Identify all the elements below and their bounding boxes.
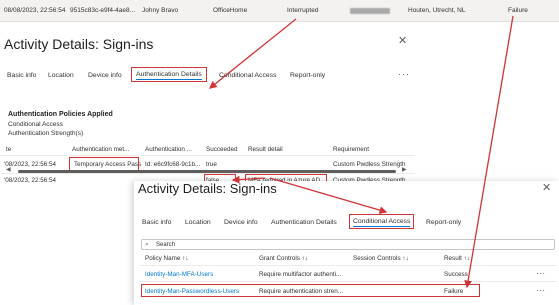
divider [139,265,557,266]
column-header[interactable]: Succeeded [206,146,238,153]
panel-title: Activity Details: Sign-ins [138,181,277,196]
more-options-icon[interactable]: ··· [398,69,410,79]
tab-report-only[interactable]: Report-only [426,219,461,226]
column-header-result[interactable]: Result ↑↓ [444,255,470,262]
auth-row-requirement: Custom Pwdless Strength [333,161,406,168]
column-header[interactable]: Requirement [333,146,369,153]
tab-authentication-details[interactable]: Authentication Details [131,67,207,82]
search-placeholder: Search [156,242,176,248]
section-title: Authentication Policies Applied [8,111,113,118]
auth-row-succeeded: true [206,161,217,168]
log-status: Interrupted [287,7,319,14]
result-cell: Success [444,271,468,278]
tab-basic-info[interactable]: Basic info [142,219,171,226]
column-header-grant-controls[interactable]: Grant Controls ↑↓ [259,255,308,262]
scroll-right-icon[interactable]: ▶ [402,166,407,173]
grant-controls-cell: Require multifactor authenti... [259,271,342,278]
log-request-id: 9515c83c-e9f4-4ae8... [70,7,136,14]
policy-link[interactable]: Identity-Man-Passwordless-Users [145,288,239,295]
scrollbar-thumb[interactable] [18,170,396,173]
close-icon[interactable]: ✕ [398,34,407,47]
auth-row-detail: Id: e6c9fc68-9c1b... [145,161,201,168]
tab-authentication-details[interactable]: Authentication Details [271,219,337,226]
search-input[interactable]: ⌕ Search [141,239,555,250]
tab-report-only[interactable]: Report-only [290,72,325,79]
divider [139,281,557,282]
row-more-icon[interactable]: ··· [536,286,546,295]
log-user: Johny Bravo [142,7,179,14]
sign-in-log-row[interactable]: 08/08/2023, 22:56:54 9515c83c-e9f4-4ae8.… [0,0,559,22]
scroll-left-icon[interactable]: ◀ [6,166,11,173]
column-header-policy-name[interactable]: Policy Name ↑↓ [145,255,188,262]
column-header[interactable]: Result detail [248,146,283,153]
grant-controls-cell: Require authentication stren... [259,288,344,295]
row-more-icon[interactable]: ··· [536,269,546,278]
result-cell: Failure [444,288,464,295]
applied-policy-item: Authentication Strength(s) [8,130,84,137]
column-header[interactable]: Authentication met... [72,146,129,153]
tab-conditional-access[interactable]: Conditional Access [349,214,415,229]
tab-basic-info[interactable]: Basic info [7,72,36,79]
tab-device-info[interactable]: Device info [224,219,258,226]
close-icon[interactable]: ✕ [542,181,551,194]
column-header[interactable]: te [6,146,11,153]
auth-row-date: '08/2023, 22:56:54 [4,161,56,168]
redacted-ip [350,8,390,16]
log-result: Failure [508,7,528,14]
policy-link[interactable]: Identity-Man-MFA-Users [145,271,213,278]
applied-policy-item: Conditional Access [8,121,63,128]
tab-conditional-access[interactable]: Conditional Access [219,72,276,79]
divider [0,155,415,156]
panel-title: Activity Details: Sign-ins [4,36,154,52]
activity-details-panel-ca: Activity Details: Sign-ins ✕ Basic info … [134,181,559,305]
tab-device-info[interactable]: Device info [88,72,122,79]
log-location: Houten, Utrecht, NL [408,7,466,14]
column-header-session-controls[interactable]: Session Controls ↑↓ [353,255,409,262]
log-date: 08/08/2023, 22:56:54 [4,7,66,14]
horizontal-scrollbar[interactable]: ◀ ▶ [6,166,408,174]
log-application: OfficeHome [213,7,248,14]
tab-location[interactable]: Location [48,72,74,79]
tab-location[interactable]: Location [185,219,211,226]
activity-details-panel-auth: Activity Details: Sign-ins ✕ Basic info … [0,22,415,187]
search-icon: ⌕ [145,241,149,248]
column-header[interactable]: Authentication ... [145,146,192,153]
auth-row-date: '08/2023, 22:56:54 [4,177,56,184]
